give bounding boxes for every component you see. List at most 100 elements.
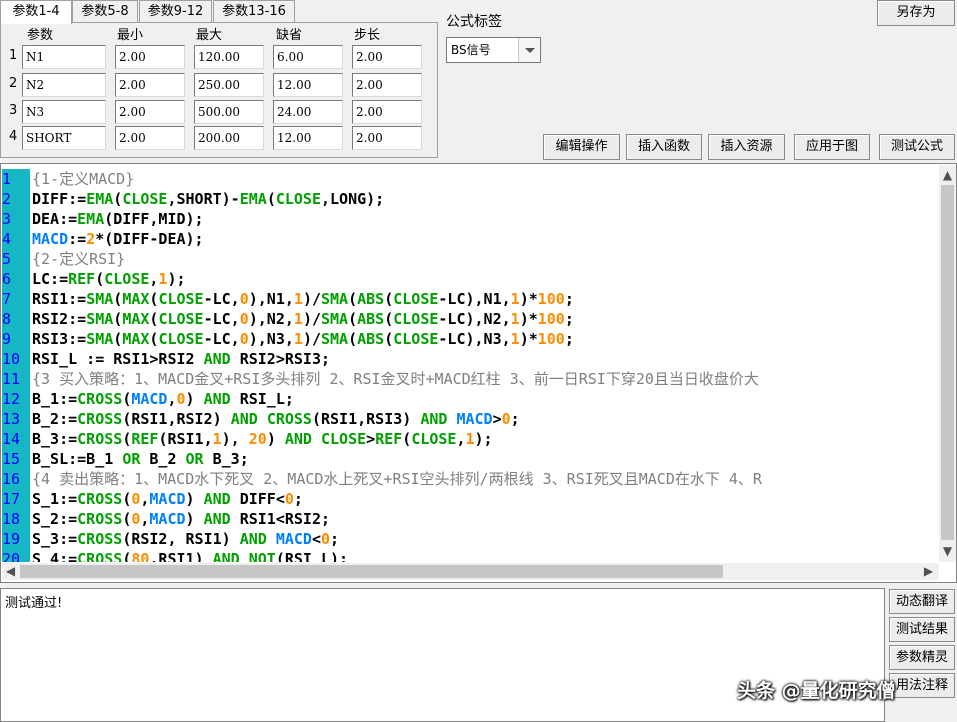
code-token: CLOSE [158, 330, 204, 348]
code-token: ),N1, [248, 290, 294, 308]
vertical-scrollbar[interactable]: ▲ ▼ [939, 165, 956, 562]
code-token: CLOSE [275, 190, 321, 208]
code-line[interactable]: S_4:=CROSS(80,RSI1) AND NOT(RSI_L); [32, 549, 938, 562]
edit-operation-button[interactable]: 编辑操作 [543, 134, 620, 160]
param-max-field[interactable]: 120.00 [194, 45, 264, 69]
code-line[interactable]: B_1:=CROSS(MACD,0) AND RSI_L; [32, 389, 938, 409]
param-name-field[interactable]: N2 [22, 73, 106, 97]
code-token: -LC),N3, [438, 330, 511, 348]
code-line[interactable]: {4 卖出策略：1、MACD水下死叉 2、MACD水上死叉+RSI空头排列/两根… [32, 469, 938, 489]
formula-tag-select[interactable]: BS信号 [446, 37, 541, 63]
usage-notes-button[interactable]: 用法注释 [889, 673, 955, 698]
apply-to-chart-button[interactable]: 应用于图 [794, 134, 870, 160]
param-max-field[interactable]: 500.00 [194, 100, 264, 124]
code-token: CLOSE [122, 190, 168, 208]
horizontal-scrollbar[interactable]: ◀ ▶ [2, 563, 939, 580]
param-default-field[interactable]: 6.00 [273, 45, 343, 69]
param-step-field[interactable]: 2.00 [352, 126, 422, 150]
param-min-field[interactable]: 2.00 [115, 45, 185, 69]
tab-params-5-8[interactable]: 参数5-8 [72, 0, 138, 22]
code-token: 20 [248, 430, 267, 448]
code-line[interactable]: B_2:=CROSS(RSI1,RSI2) AND CROSS(RSI1,RSI… [32, 409, 938, 429]
code-token: AND [239, 530, 267, 548]
code-line[interactable]: S_1:=CROSS(0,MACD) AND DIFF<0; [32, 489, 938, 509]
tab-params-1-4[interactable]: 参数1-4 [0, 0, 72, 24]
code-line[interactable]: S_2:=CROSS(0,MACD) AND RSI1<RSI2; [32, 509, 938, 529]
param-step-field[interactable]: 2.00 [352, 100, 422, 124]
code-line[interactable]: RSI1:=SMA(MAX(CLOSE-LC,0),N1,1)/SMA(ABS(… [32, 289, 938, 309]
param-wizard-button[interactable]: 参数精灵 [889, 645, 955, 670]
code-token: *(DIFF-DEA); [95, 230, 204, 248]
param-step-field[interactable]: 2.00 [352, 73, 422, 97]
code-token: ) [185, 490, 204, 508]
code-token: AND [203, 350, 231, 368]
tab-params-9-12[interactable]: 参数9-12 [139, 0, 212, 22]
code-line[interactable]: LC:=REF(CLOSE,1); [32, 269, 938, 289]
code-token: MAX [122, 310, 150, 328]
code-token: > [492, 410, 502, 428]
scroll-up-icon[interactable]: ▲ [939, 167, 956, 184]
code-token: MACD [149, 490, 186, 508]
code-token: ( [384, 290, 394, 308]
insert-function-button[interactable]: 插入函数 [626, 134, 702, 160]
param-min-field[interactable]: 2.00 [115, 100, 185, 124]
param-default-field[interactable]: 24.00 [273, 100, 343, 124]
code-token: REF [68, 270, 96, 288]
code-line[interactable]: B_3:=CROSS(REF(RSI1,1), 20) AND CLOSE>RE… [32, 429, 938, 449]
line-number: 20 [2, 550, 21, 562]
param-min-field[interactable]: 2.00 [115, 73, 185, 97]
param-step-field[interactable]: 2.00 [352, 45, 422, 69]
code-token: OR [122, 450, 141, 468]
save-as-button[interactable]: 另存为 [877, 0, 955, 26]
test-formula-button[interactable]: 测试公式 [879, 134, 955, 160]
code-line[interactable]: DIFF:=EMA(CLOSE,SHORT)-EMA(CLOSE,LONG); [32, 189, 938, 209]
test-result-button[interactable]: 测试结果 [889, 617, 955, 642]
chevron-down-icon[interactable] [518, 38, 540, 62]
vertical-scroll-thumb[interactable] [941, 185, 954, 540]
code-line[interactable]: RSI_L := RSI1>RSI2 AND RSI2>RSI3; [32, 349, 938, 369]
code-token: MACD [149, 510, 186, 528]
param-name-field[interactable]: N3 [22, 100, 106, 124]
test-output-text: 测试通过! [5, 596, 63, 611]
code-token: {1-定义MACD} [32, 170, 135, 188]
param-default-field[interactable]: 12.00 [273, 126, 343, 150]
param-default-field[interactable]: 12.00 [273, 73, 343, 97]
code-line[interactable]: MACD:=2*(DIFF-DEA); [32, 229, 938, 249]
horizontal-scroll-thumb[interactable] [20, 565, 723, 578]
code-line[interactable]: RSI2:=SMA(MAX(CLOSE-LC,0),N2,1)/SMA(ABS(… [32, 309, 938, 329]
code-token: 1 [465, 430, 475, 448]
code-token: NOT [248, 550, 276, 562]
code-token: ; [510, 410, 520, 428]
code-token: 1 [510, 310, 520, 328]
param-name-field[interactable]: SHORT [22, 126, 106, 150]
scroll-left-icon[interactable]: ◀ [2, 563, 19, 580]
code-token: ),N3, [248, 330, 294, 348]
line-number: 7 [2, 290, 12, 308]
col-header-min: 最小 [117, 28, 144, 43]
code-line[interactable]: {3 买入策略：1、MACD金叉+RSI多头排列 2、RSI金叉时+MACD红柱… [32, 369, 938, 389]
code-editor[interactable]: 1 2 3 4 5 6 7 8 9 10 11 12 13 14 15 16 17 18 19 20 {1-定义MAC… [0, 163, 957, 583]
code-token: DEA:= [32, 210, 78, 228]
code-token: (RSI1, [158, 430, 213, 448]
code-line[interactable]: B_SL:=B_1 OR B_2 OR B_3; [32, 449, 938, 469]
insert-resource-button[interactable]: 插入资源 [708, 134, 785, 160]
line-number: 1 [2, 170, 12, 188]
scroll-right-icon[interactable]: ▶ [920, 563, 937, 580]
line-number: 11 [2, 370, 21, 388]
code-line[interactable]: RSI3:=SMA(MAX(CLOSE-LC,0),N3,1)/SMA(ABS(… [32, 329, 938, 349]
param-max-field[interactable]: 200.00 [194, 126, 264, 150]
code-line[interactable]: S_3:=CROSS(RSI2, RSI1) AND MACD<0; [32, 529, 938, 549]
tab-params-13-16[interactable]: 参数13-16 [213, 0, 295, 22]
param-max-field[interactable]: 250.00 [194, 73, 264, 97]
code-token: 0 [321, 530, 331, 548]
code-token: S_1:= [32, 490, 78, 508]
param-min-field[interactable]: 2.00 [115, 126, 185, 150]
code-line[interactable]: {2-定义RSI} [32, 249, 938, 269]
code-line[interactable]: DEA:=EMA(DIFF,MID); [32, 209, 938, 229]
code-line[interactable]: {1-定义MACD} [32, 169, 938, 189]
param-name-field[interactable]: N1 [22, 45, 106, 69]
code-content[interactable]: {1-定义MACD} DIFF:=EMA(CLOSE,SHORT)-EMA(CLO… [32, 169, 938, 562]
code-token: 1 [212, 430, 222, 448]
dynamic-translate-button[interactable]: 动态翻译 [889, 589, 955, 614]
scroll-down-icon[interactable]: ▼ [939, 543, 956, 560]
